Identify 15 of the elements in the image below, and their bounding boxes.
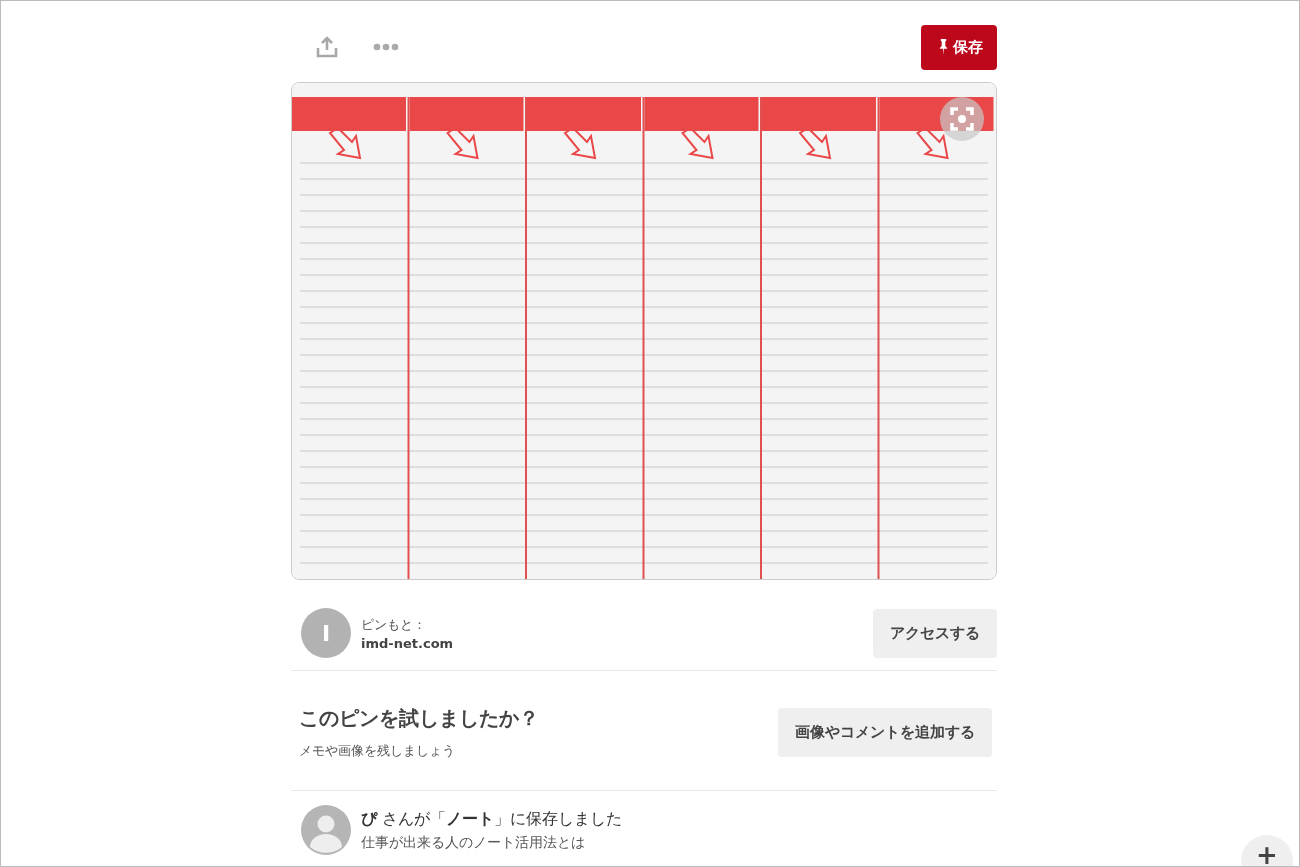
visual-search-icon[interactable] [940,97,984,141]
add-photo-button[interactable]: 画像やコメントを追加する [778,708,992,757]
source-label: ピンもと： [361,615,427,634]
tried-subtitle: メモや画像を残しましょう [299,742,456,760]
pin-description: 仕事が出来る人のノート活用法とは [361,833,586,852]
save-button[interactable]: 保存 [921,24,997,70]
saved-by-text: ぴ さんが「ノート」に保存しました [361,808,624,830]
tried-title: このピンを試しましたか？ [299,705,540,732]
user-avatar-icon[interactable] [301,805,351,855]
more-icon[interactable] [373,43,399,51]
visit-button[interactable]: アクセスする [873,608,997,658]
add-button[interactable]: + [1241,835,1293,866]
share-icon[interactable] [315,35,339,59]
source-domain[interactable]: imd-net.com [361,635,873,651]
pushpin-icon [939,38,948,56]
